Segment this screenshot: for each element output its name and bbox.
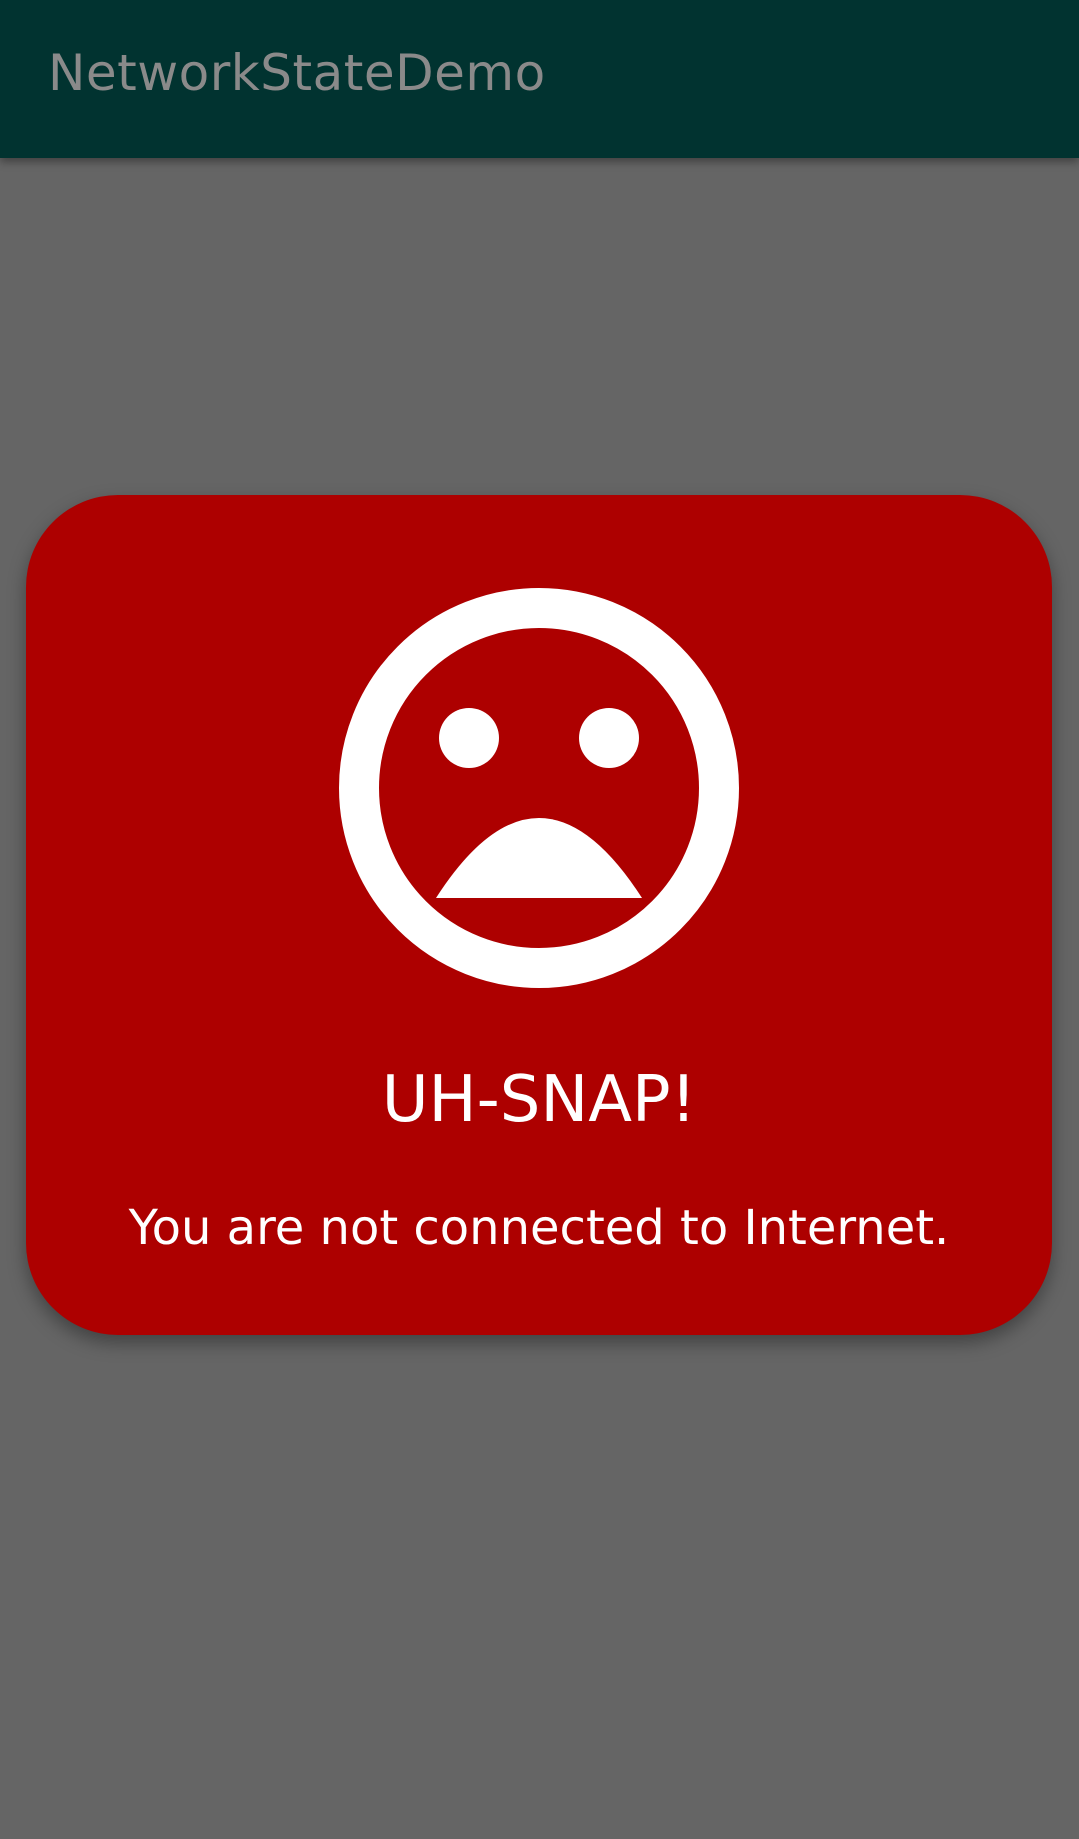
- app-title: NetworkStateDemo: [48, 44, 546, 102]
- app-bar: NetworkStateDemo: [0, 0, 1079, 158]
- offline-message: You are not connected to Internet.: [128, 1200, 950, 1256]
- sad-face-icon: [339, 588, 739, 988]
- offline-headline: UH-SNAP!: [381, 1063, 697, 1137]
